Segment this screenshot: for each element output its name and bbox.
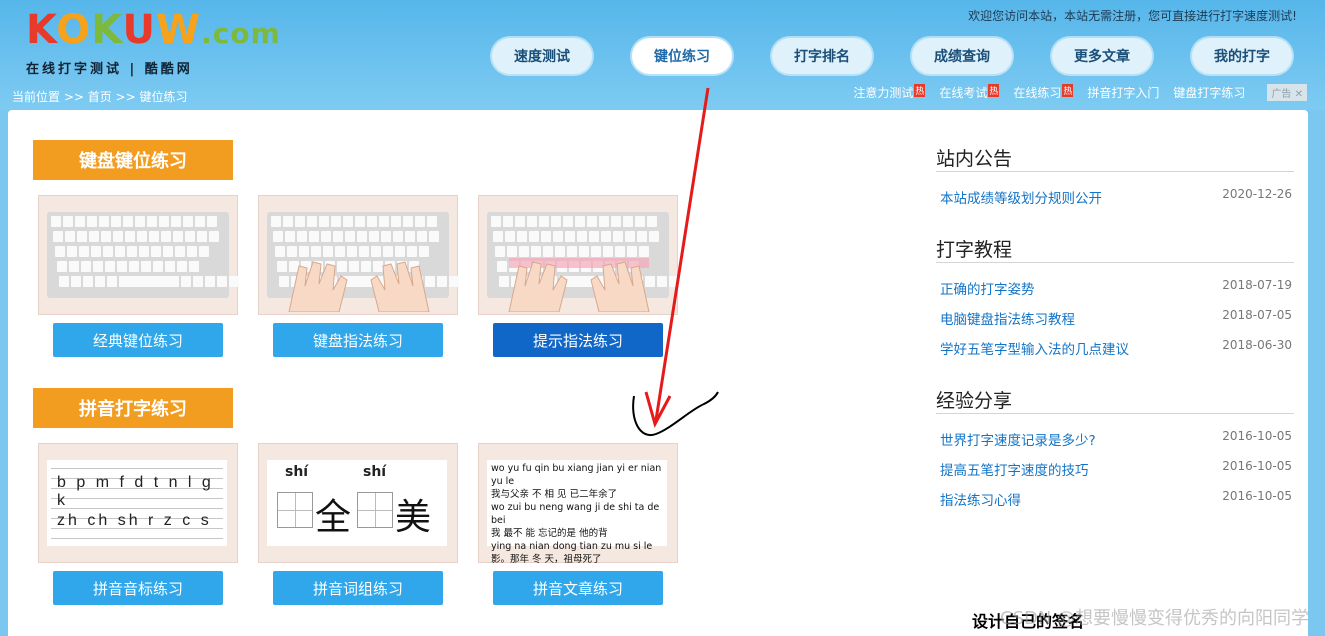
watermark-text: CSDN @想要慢慢变得优秀的向阳同学 xyxy=(1000,608,1310,629)
annotation-arrow-icon xyxy=(632,87,719,437)
